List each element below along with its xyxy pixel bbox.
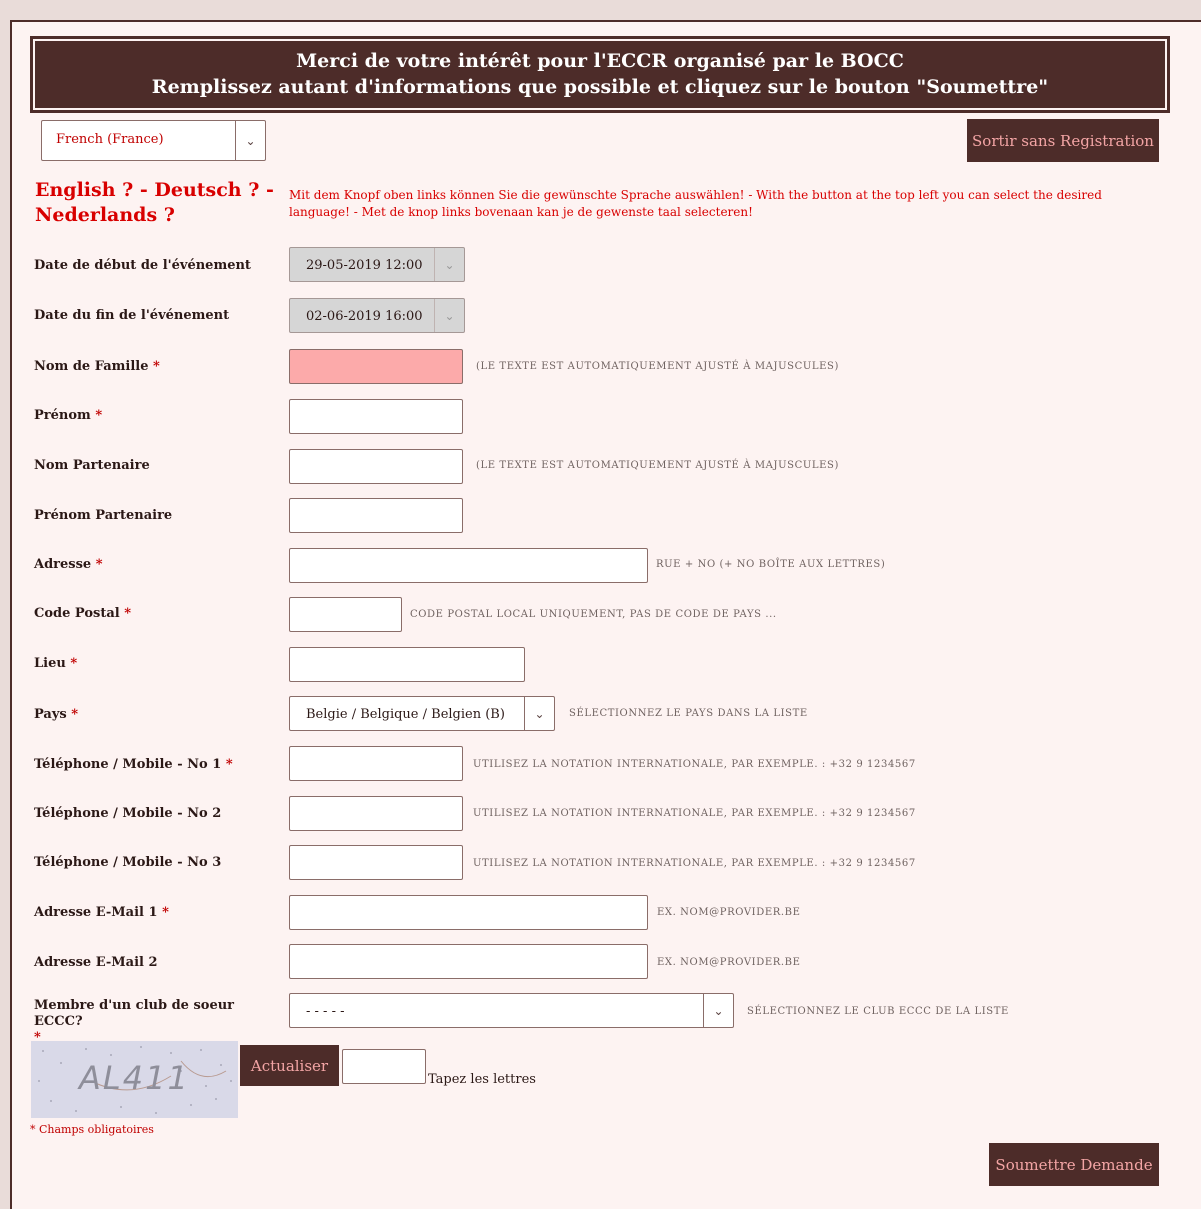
phone1-input[interactable] <box>289 746 463 781</box>
email2-hint: Ex. nom@provider.be <box>657 957 801 968</box>
city-label: Lieu * <box>34 656 78 671</box>
chevron-down-icon: ⌄ <box>434 248 464 281</box>
captcha-label: Tapez les lettres <box>428 1072 536 1087</box>
country-hint: Sélectionnez le pays dans la liste <box>569 708 808 719</box>
form-header: Merci de votre intérêt pour l'ECCR organ… <box>30 36 1170 113</box>
postal-code-hint: Code postal local uniquement, pas de cod… <box>410 609 777 620</box>
city-input[interactable] <box>289 647 525 682</box>
header-title: Merci de votre intérêt pour l'ECCR organ… <box>296 50 904 72</box>
mandatory-note: * Champs obligatoires <box>30 1123 154 1136</box>
address-hint: Rue + No (+ No boîte aux lettres) <box>656 559 886 570</box>
start-date-select[interactable]: 29-05-2019 12:00 ⌄ <box>289 247 465 282</box>
country-value: Belgie / Belgique / Belgien (B) <box>306 707 505 722</box>
captcha-image: AL411 <box>31 1041 238 1118</box>
email1-label: Adresse E-Mail 1 * <box>34 905 169 920</box>
registration-form: Merci de votre intérêt pour l'ECCR organ… <box>10 20 1201 1209</box>
email1-hint: Ex. nom@provider.be <box>657 907 801 918</box>
first-name-input[interactable] <box>289 399 463 434</box>
exit-without-registration-button[interactable]: Sortir sans Registration <box>967 119 1159 162</box>
postal-code-label: Code Postal * <box>34 606 132 621</box>
phone2-label: Téléphone / Mobile - No 2 <box>34 806 222 821</box>
chevron-down-icon: ⌄ <box>524 697 554 730</box>
phone1-label: Téléphone / Mobile - No 1 * <box>34 757 233 772</box>
language-select[interactable]: French (France) ⌄ <box>41 120 266 161</box>
email2-input[interactable] <box>289 944 648 979</box>
phone2-hint: Utilisez la notation internationale, par… <box>473 808 916 819</box>
last-name-hint: (Le texte est automatiquement ajusté à m… <box>476 361 839 372</box>
club-hint: Sélectionnez le club ECCC de la liste <box>747 1006 1009 1017</box>
captcha-input[interactable] <box>342 1049 426 1084</box>
phone3-input[interactable] <box>289 845 463 880</box>
address-label: Adresse * <box>34 557 103 572</box>
country-label: Pays * <box>34 707 79 722</box>
partner-name-input[interactable] <box>289 449 463 484</box>
last-name-label: Nom de Famille * <box>34 359 160 374</box>
email2-label: Adresse E-Mail 2 <box>34 955 158 970</box>
end-date-value: 02-06-2019 16:00 <box>306 309 423 324</box>
phone2-input[interactable] <box>289 796 463 831</box>
chevron-down-icon: ⌄ <box>703 994 733 1027</box>
header-subtitle: Remplissez autant d'informations que pos… <box>151 76 1049 98</box>
partner-name-hint: (Le texte est automatiquement ajusté à m… <box>476 460 839 471</box>
last-name-input[interactable] <box>289 349 463 384</box>
postal-code-input[interactable] <box>289 597 402 632</box>
phone3-hint: Utilisez la notation internationale, par… <box>473 858 916 869</box>
country-select[interactable]: Belgie / Belgique / Belgien (B) ⌄ <box>289 696 555 731</box>
chevron-down-icon: ⌄ <box>434 299 464 332</box>
club-label: Membre d'un club de soeur ECCC? * <box>34 998 235 1045</box>
first-name-label: Prénom * <box>34 408 103 423</box>
email1-input[interactable] <box>289 895 648 930</box>
language-select-value: French (France) <box>56 132 164 147</box>
submit-button[interactable]: Soumettre Demande <box>989 1143 1159 1186</box>
chevron-down-icon: ⌄ <box>235 121 265 160</box>
phone1-hint: Utilisez la notation internationale, par… <box>473 759 916 770</box>
refresh-captcha-button[interactable]: Actualiser <box>240 1045 339 1086</box>
partner-first-name-input[interactable] <box>289 498 463 533</box>
club-select[interactable]: - - - - - ⌄ <box>289 993 734 1028</box>
language-note: Mit dem Knopf oben links können Sie die … <box>289 188 1102 219</box>
address-input[interactable] <box>289 548 648 583</box>
end-date-label: Date du fin de l'événement <box>34 308 230 323</box>
partner-first-name-label: Prénom Partenaire <box>34 508 173 523</box>
partner-name-label: Nom Partenaire <box>34 458 150 473</box>
language-title: English ? - Deutsch ? - Nederlands ? <box>35 179 274 226</box>
captcha-text: AL411 <box>79 1059 190 1097</box>
end-date-select[interactable]: 02-06-2019 16:00 ⌄ <box>289 298 465 333</box>
club-value: - - - - - <box>306 1004 345 1019</box>
start-date-label: Date de début de l'événement <box>34 258 251 273</box>
start-date-value: 29-05-2019 12:00 <box>306 258 423 273</box>
phone3-label: Téléphone / Mobile - No 3 <box>34 855 222 870</box>
